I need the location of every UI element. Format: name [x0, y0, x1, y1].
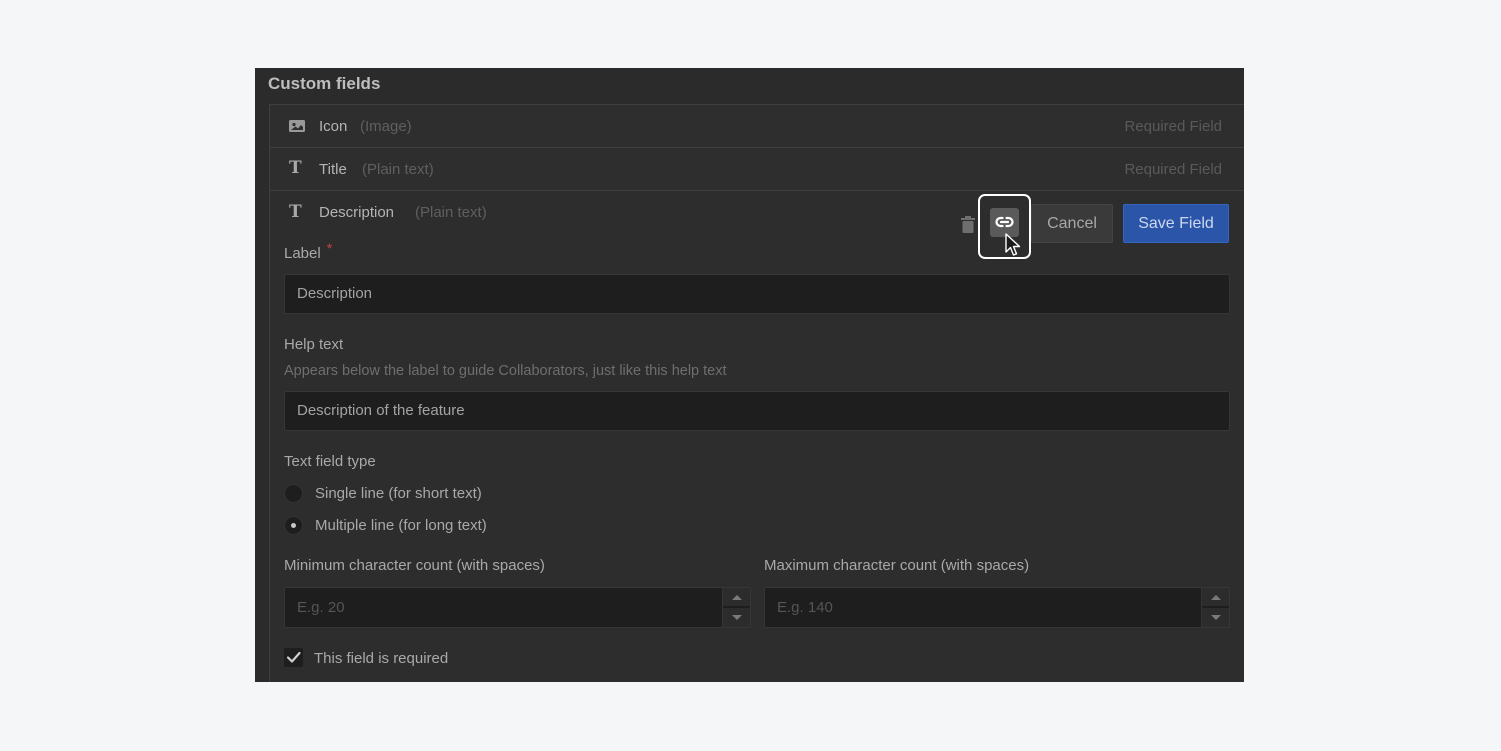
field-row-title[interactable]: T Title (Plain text) Required Field [269, 147, 1244, 190]
min-count-placeholder: E.g. 20 [297, 599, 345, 616]
radio-multiple-line[interactable] [284, 516, 303, 535]
stepper-up-icon[interactable] [1202, 588, 1229, 607]
required-star: * [326, 240, 333, 256]
field-row-icon[interactable]: Icon (Image) Required Field [269, 104, 1244, 147]
required-field-label: Required Field [1124, 161, 1222, 178]
min-count-title: Minimum character count (with spaces) [284, 557, 545, 574]
custom-fields-panel: Custom fields Icon (Image) Required Fiel… [255, 68, 1244, 682]
image-icon [288, 118, 306, 134]
required-checkbox-label[interactable]: This field is required [314, 650, 448, 667]
radio-multiple-line-label[interactable]: Multiple line (for long text) [315, 517, 487, 534]
required-field-label: Required Field [1124, 118, 1222, 135]
max-count-stepper[interactable] [1201, 588, 1229, 627]
max-count-title: Maximum character count (with spaces) [764, 557, 1030, 574]
trash-icon[interactable] [960, 216, 976, 234]
field-name: Icon [319, 118, 348, 135]
max-count-input[interactable]: E.g. 140 [764, 587, 1230, 628]
field-type: (Image) [360, 118, 412, 135]
field-type: (Plain text) [415, 204, 487, 221]
label-title: Label * [284, 240, 332, 262]
help-text-title: Help text [284, 336, 344, 353]
stepper-up-icon[interactable] [723, 588, 750, 607]
radio-single-line[interactable] [284, 484, 303, 503]
max-count-placeholder: E.g. 140 [777, 599, 833, 616]
field-name: Title [319, 161, 347, 178]
help-text-description: Appears below the label to guide Collabo… [284, 363, 727, 379]
checkmark-icon [286, 651, 301, 663]
help-text-input[interactable]: Description of the feature [284, 391, 1230, 431]
cancel-button[interactable]: Cancel [1031, 204, 1113, 243]
min-count-stepper[interactable] [722, 588, 750, 627]
stepper-down-icon[interactable] [1202, 608, 1229, 627]
mouse-cursor-icon [1005, 233, 1021, 262]
text-type-icon: T [289, 158, 302, 178]
required-checkbox[interactable] [284, 648, 303, 667]
stepper-down-icon[interactable] [723, 608, 750, 627]
field-type: (Plain text) [362, 161, 434, 178]
text-field-type-title: Text field type [284, 453, 376, 470]
field-name: Description [319, 204, 395, 221]
text-type-icon: T [289, 202, 302, 222]
section-title: Custom fields [268, 74, 381, 93]
save-field-button[interactable]: Save Field [1123, 204, 1229, 243]
radio-single-line-label[interactable]: Single line (for short text) [315, 485, 482, 502]
label-input[interactable]: Description [284, 274, 1230, 314]
min-count-input[interactable]: E.g. 20 [284, 587, 751, 628]
label-title-text: Label [284, 245, 321, 262]
